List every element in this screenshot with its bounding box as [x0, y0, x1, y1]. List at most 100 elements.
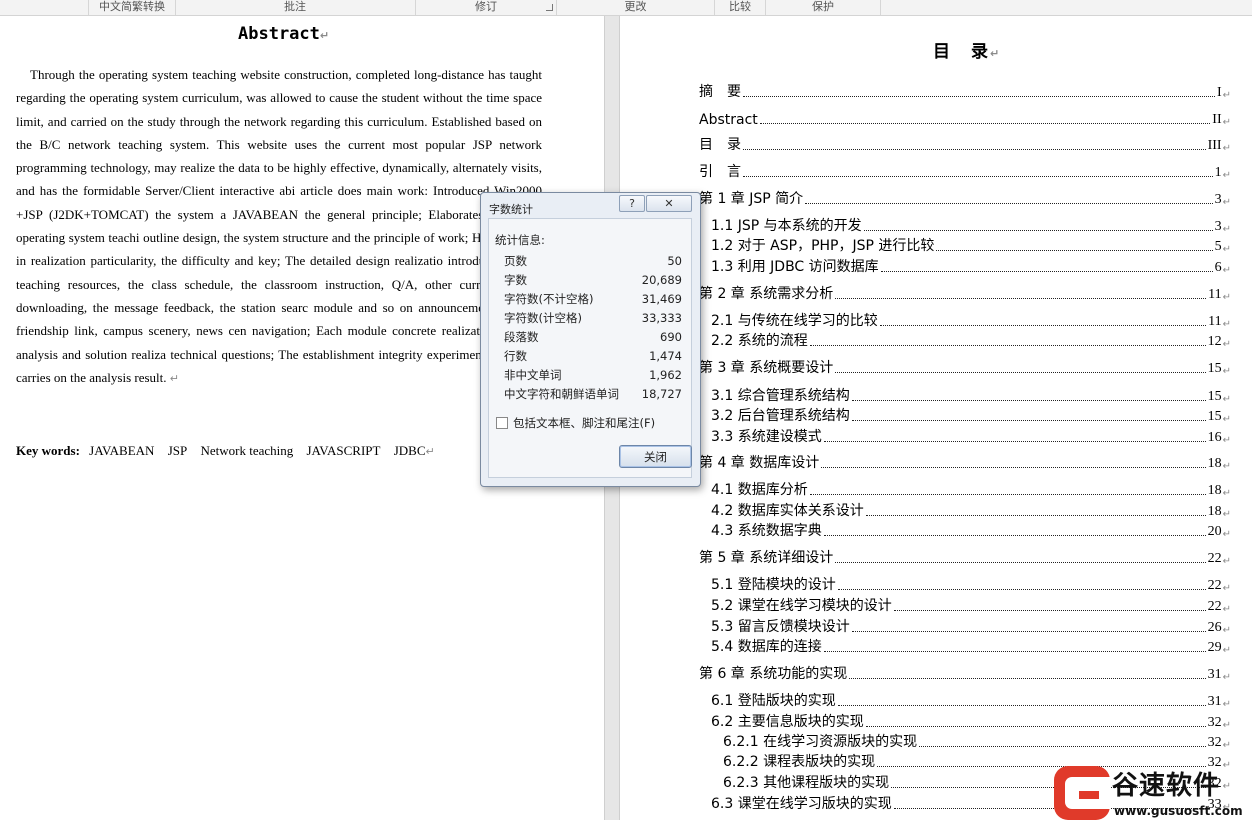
- dialog-body: 统计信息: 页数 50 字数 20,689 字符数(不计空格) 31,469 字符数(…: [488, 218, 692, 478]
- toc-entry[interactable]: 5.1 登陆模块的设计 22 ↵: [711, 574, 1231, 594]
- toc-entry[interactable]: 摘 要 I ↵: [699, 81, 1231, 101]
- toc-entry[interactable]: 第 4 章 数据库设计 18 ↵: [699, 452, 1231, 472]
- toc-entry-page: 18: [1207, 456, 1222, 471]
- abstract-paragraph[interactable]: Through the operating system teaching we…: [16, 63, 542, 390]
- stat-value: 1,962: [649, 368, 682, 382]
- paragraph-mark: ↵: [1222, 414, 1231, 425]
- keywords-label: Key words:: [16, 443, 80, 458]
- toc-entry[interactable]: 第 5 章 系统详细设计 22 ↵: [699, 547, 1231, 567]
- toc-entry-title: 6.1 登陆版块的实现: [711, 690, 836, 710]
- stat-label: 非中文单词: [504, 368, 562, 382]
- toc-entry-title: 1.2 对于 ASP，PHP，JSP 进行比较: [711, 235, 935, 255]
- paragraph-mark: ↵: [1222, 197, 1231, 208]
- toc-entry[interactable]: 4.3 系统数据字典 20 ↵: [711, 520, 1231, 540]
- paragraph-mark: ↵: [1222, 488, 1231, 499]
- toc-leader-dots: [759, 123, 1211, 124]
- stat-value: 18,727: [641, 387, 682, 401]
- toc-leader-dots: [835, 562, 1206, 563]
- toc-entry[interactable]: 5.4 数据库的连接 29 ↵: [711, 636, 1231, 656]
- toc-entry[interactable]: 1.2 对于 ASP，PHP，JSP 进行比较 5 ↵: [711, 235, 1231, 255]
- paragraph-mark: ↵: [1222, 435, 1231, 446]
- close-icon: ✕: [664, 197, 674, 210]
- toc-entry[interactable]: 1.1 JSP 与本系统的开发 3 ↵: [711, 215, 1231, 235]
- toc-entry[interactable]: 3.3 系统建设模式 16 ↵: [711, 426, 1231, 446]
- ribbon-group-comments[interactable]: 批注: [175, 0, 416, 15]
- toc-entry[interactable]: 3.1 综合管理系统结构 15 ↵: [711, 385, 1231, 405]
- paragraph-mark: ↵: [1222, 394, 1231, 405]
- toc-entry[interactable]: 5.2 课堂在线学习模块的设计 22 ↵: [711, 595, 1231, 615]
- toc-entry[interactable]: 6.2 主要信息版块的实现 32 ↵: [711, 711, 1231, 731]
- paragraph-mark: ↵: [1222, 224, 1231, 235]
- paragraph-mark: ↵: [1222, 117, 1231, 128]
- toc-entry[interactable]: 第 1 章 JSP 简介 3 ↵: [699, 188, 1231, 208]
- stat-label: 段落数: [504, 330, 539, 344]
- toc-leader-dots: [879, 325, 1207, 326]
- toc-entry-title: 第 1 章 JSP 简介: [699, 188, 804, 208]
- paragraph-mark: ↵: [425, 445, 435, 458]
- close-button[interactable]: 关闭: [619, 445, 692, 468]
- toc-leader-dots: [821, 467, 1206, 468]
- toc-entry[interactable]: 4.1 数据库分析 18 ↵: [711, 479, 1231, 499]
- toc-entry[interactable]: 引 言 1 ↵: [699, 161, 1231, 181]
- toc-entry-title: 1.3 利用 JDBC 访问数据库: [711, 256, 879, 276]
- abstract-heading-text: Abstract: [238, 24, 320, 44]
- toc-entry[interactable]: 4.2 数据库实体关系设计 18 ↵: [711, 500, 1231, 520]
- toc-entry[interactable]: 目 录 III ↵: [699, 134, 1231, 154]
- paragraph-mark: ↵: [1222, 244, 1231, 255]
- toc-entry-page: III: [1207, 138, 1222, 153]
- paragraph-mark: ↵: [1222, 461, 1231, 472]
- paragraph-mark: ↵: [1222, 366, 1231, 377]
- toc-entry[interactable]: 6.2.1 在线学习资源版块的实现 32 ↵: [723, 731, 1231, 751]
- table-of-contents: 摘 要 I ↵ Abstract II ↵ 目 录 III ↵ 引 言 1 ↵ 第 1 章 JSP 简介…: [699, 0, 1233, 820]
- paragraph-mark: ↵: [1222, 645, 1231, 656]
- paragraph-mark: ↵: [1222, 699, 1231, 710]
- toc-entry-page: II: [1212, 112, 1222, 127]
- close-x-button[interactable]: ✕: [646, 195, 692, 212]
- toc-entry[interactable]: 3.2 后台管理系统结构 15 ↵: [711, 405, 1231, 425]
- toc-entry-title: 目 录: [699, 134, 741, 154]
- keyword: JSP: [167, 443, 188, 458]
- paragraph-mark: ↵: [1222, 143, 1231, 154]
- include-footnotes-checkbox[interactable]: 包括文本框、脚注和尾注(F): [496, 415, 655, 431]
- word-count-dialog[interactable]: 字数统计 ? ✕ 统计信息: 页数 50 字数 20,689 字符数(不计空格) 31…: [480, 192, 701, 487]
- toc-entry[interactable]: 2.1 与传统在线学习的比较 11 ↵: [711, 310, 1231, 330]
- toc-entry[interactable]: Abstract II ↵: [699, 108, 1231, 128]
- toc-entry-page: 12: [1207, 334, 1222, 349]
- toc-leader-dots: [809, 345, 1206, 346]
- toc-entry-title: 3.2 后台管理系统结构: [711, 405, 850, 425]
- toc-entry-page: 3: [1214, 219, 1222, 234]
- toc-entry[interactable]: 2.2 系统的流程 12 ↵: [711, 330, 1231, 350]
- dialog-launcher-icon[interactable]: [546, 4, 553, 11]
- toc-entry[interactable]: 第 3 章 系统概要设计 15 ↵: [699, 357, 1231, 377]
- toc-leader-dots: [849, 678, 1206, 679]
- toc-entry-title: 4.1 数据库分析: [711, 479, 808, 499]
- toc-entry[interactable]: 第 2 章 系统需求分析 11 ↵: [699, 283, 1231, 303]
- toc-entry[interactable]: 1.3 利用 JDBC 访问数据库 6 ↵: [711, 256, 1231, 276]
- toc-leader-dots: [823, 441, 1206, 442]
- toc-entry-page: 15: [1207, 389, 1222, 404]
- toc-entry[interactable]: 5.3 留言反馈模块设计 26 ↵: [711, 616, 1231, 636]
- toc-entry-title: 第 6 章 系统功能的实现: [699, 663, 848, 683]
- toc-leader-dots: [835, 298, 1207, 299]
- toc-entry-title: 2.2 系统的流程: [711, 330, 808, 350]
- ribbon-group-changes[interactable]: 更改: [557, 0, 715, 15]
- include-footnotes-label: 包括文本框、脚注和尾注(F): [513, 416, 656, 430]
- checkbox-icon[interactable]: [496, 417, 508, 429]
- paragraph-mark: ↵: [1222, 720, 1231, 731]
- ribbon-group-tracking[interactable]: 修订: [416, 0, 557, 15]
- toc-entry-title: 4.3 系统数据字典: [711, 520, 822, 540]
- stat-value: 50: [667, 254, 682, 268]
- toc-entry-title: 5.4 数据库的连接: [711, 636, 822, 656]
- toc-entry-page: 16: [1207, 430, 1222, 445]
- toc-entry[interactable]: 第 6 章 系统功能的实现 31 ↵: [699, 663, 1231, 683]
- ribbon-group-chinese-conversion[interactable]: 中文简繁转换: [88, 0, 176, 15]
- toc-entry[interactable]: 6.1 登陆版块的实现 31 ↵: [711, 690, 1231, 710]
- toc-entry-title: 第 4 章 数据库设计: [699, 452, 820, 472]
- stat-row: 中文字符和朝鲜语单词 18,727: [504, 385, 688, 403]
- stat-row: 字数 20,689: [504, 271, 688, 289]
- help-button[interactable]: ?: [619, 195, 645, 212]
- stat-row: 非中文单词 1,962: [504, 366, 688, 384]
- toc-entry-page: 11: [1208, 287, 1222, 302]
- toc-entry-title: 第 3 章 系统概要设计: [699, 357, 834, 377]
- toc-leader-dots: [805, 203, 1213, 204]
